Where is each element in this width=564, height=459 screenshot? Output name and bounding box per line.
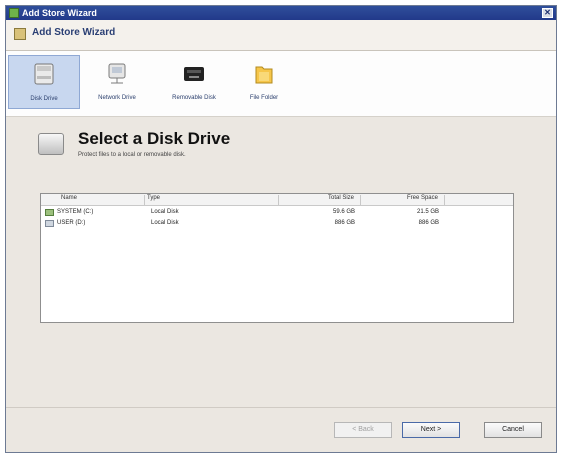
hard-drive-icon bbox=[45, 209, 54, 216]
toolbar-item-removable-disk[interactable]: Removable Disk bbox=[156, 55, 232, 109]
toolbar-item-file-folder[interactable]: File Folder bbox=[236, 55, 292, 109]
page-subtitle: Protect files to a local or removable di… bbox=[78, 152, 186, 158]
cell-type: Local Disk bbox=[151, 220, 179, 226]
wizard-window: Add Store Wizard ✕ Add Store Wizard Disk… bbox=[5, 5, 557, 453]
removable-disk-icon bbox=[184, 67, 204, 81]
disk-drive-icon bbox=[34, 63, 54, 85]
cell-total-size: 59.6 GB bbox=[332, 209, 355, 215]
column-header-free-space[interactable]: Free Space bbox=[361, 195, 445, 205]
page-title: Select a Disk Drive bbox=[78, 129, 231, 148]
close-button[interactable]: ✕ bbox=[542, 8, 553, 18]
title-bar: Add Store Wizard ✕ bbox=[6, 6, 556, 20]
next-button[interactable]: Next > bbox=[402, 422, 460, 438]
cell-name: USER (D:) bbox=[57, 220, 86, 226]
cell-free-space: 21.5 GB bbox=[416, 209, 439, 215]
list-header: Name Type Total Size Free Space bbox=[41, 194, 513, 206]
usb-drive-icon bbox=[45, 220, 54, 227]
toolbar-item-label: Removable Disk bbox=[172, 95, 216, 101]
column-header-name[interactable]: Name bbox=[41, 195, 145, 205]
cancel-button[interactable]: Cancel bbox=[484, 422, 542, 438]
table-row[interactable]: USER (D:) Local Disk 886 GB 886 GB bbox=[41, 219, 513, 229]
cell-name: SYSTEM (C:) bbox=[57, 209, 94, 215]
column-header-type[interactable]: Type bbox=[145, 195, 279, 205]
toolbar-item-disk-drive[interactable]: Disk Drive bbox=[8, 55, 80, 109]
cell-total-size: 886 GB bbox=[334, 220, 355, 226]
cell-free-space: 886 GB bbox=[418, 220, 439, 226]
toolbar-item-label: Disk Drive bbox=[30, 96, 58, 102]
wizard-content: Select a Disk Drive Protect files to a l… bbox=[6, 117, 556, 408]
toolbar-item-label: Network Drive bbox=[98, 95, 136, 101]
window-title: Add Store Wizard bbox=[22, 8, 97, 18]
file-folder-icon bbox=[255, 66, 273, 84]
wizard-footer: < Back Next > Cancel bbox=[6, 407, 556, 452]
network-drive-icon bbox=[108, 63, 126, 84]
wizard-title: Add Store Wizard bbox=[32, 27, 116, 38]
toolbar-item-label: File Folder bbox=[249, 95, 279, 101]
disk-list[interactable]: Name Type Total Size Free Space SYSTEM (… bbox=[40, 193, 514, 323]
toolbar-item-network-drive[interactable]: Network Drive bbox=[82, 55, 152, 109]
wizard-icon bbox=[14, 28, 26, 40]
disk-drive-icon bbox=[38, 133, 64, 155]
column-header-total-size[interactable]: Total Size bbox=[279, 195, 361, 205]
table-row[interactable]: SYSTEM (C:) Local Disk 59.6 GB 21.5 GB bbox=[41, 208, 513, 218]
cell-type: Local Disk bbox=[151, 209, 179, 215]
back-button[interactable]: < Back bbox=[334, 422, 392, 438]
store-type-toolbar: Disk Drive Network Drive Removable Disk bbox=[6, 51, 556, 117]
app-icon bbox=[9, 8, 19, 18]
wizard-header: Add Store Wizard bbox=[6, 20, 556, 51]
